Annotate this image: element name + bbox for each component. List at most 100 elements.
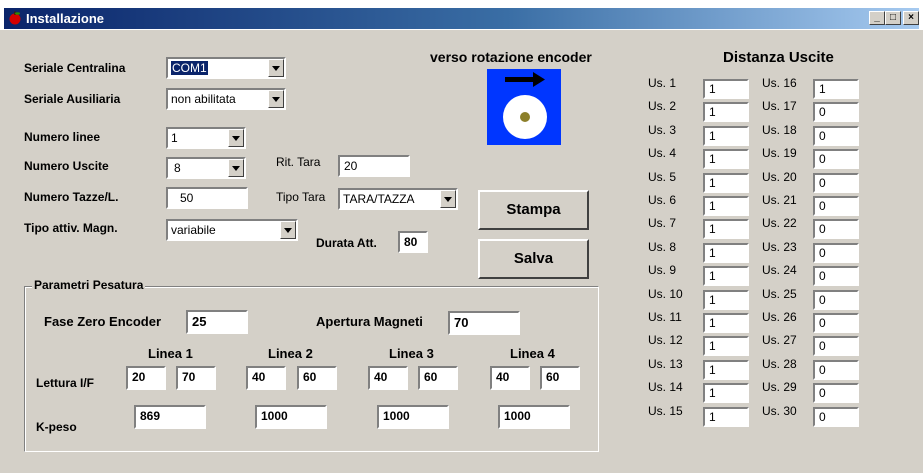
lettura-4a-input[interactable]: 40 — [490, 366, 530, 390]
uscita-label: Us. 12 — [648, 333, 683, 348]
lettura-3a-input[interactable]: 40 — [368, 366, 408, 390]
lettura-2b-input[interactable]: 60 — [297, 366, 337, 390]
seriale-centralina-label: Seriale Centralina — [24, 61, 126, 75]
uscita-label: Us. 6 — [648, 193, 677, 207]
uscita-input[interactable]: 0 — [813, 406, 859, 427]
lettura-1a-input[interactable]: 20 — [126, 366, 166, 390]
chevron-down-icon[interactable] — [268, 90, 284, 108]
chevron-down-icon[interactable] — [228, 159, 244, 177]
minimize-button[interactable]: _ — [869, 11, 885, 25]
apertura-magneti-input[interactable]: 70 — [448, 311, 520, 335]
close-button[interactable]: × — [903, 11, 919, 25]
lettura-label: Lettura I/F — [36, 376, 95, 390]
uscita-label: Us. 25 — [762, 286, 797, 301]
lettura-1b-input[interactable]: 70 — [176, 366, 216, 390]
numero-linee-select[interactable]: 1 — [166, 127, 246, 149]
uscita-label: Us. 8 — [648, 239, 677, 254]
uscita-label: Us. 24 — [762, 263, 797, 278]
uscita-label: Us. 14 — [648, 380, 683, 395]
kpeso-4-input[interactable]: 1000 — [498, 405, 570, 429]
uscita-input[interactable]: 1 — [703, 149, 749, 170]
encoder-panel[interactable] — [487, 69, 561, 145]
rit-tara-input[interactable]: 20 — [338, 155, 410, 177]
maximize-button[interactable]: □ — [885, 11, 901, 25]
uscita-input[interactable]: 0 — [813, 149, 859, 170]
uscita-input[interactable]: 0 — [813, 289, 859, 310]
uscita-input[interactable]: 0 — [813, 336, 859, 357]
uscita-label: Us. 26 — [762, 310, 797, 324]
chevron-down-icon[interactable] — [440, 190, 456, 208]
uscita-input[interactable]: 0 — [813, 196, 859, 216]
tipo-attiv-value: variabile — [171, 223, 216, 237]
numero-tazze-input[interactable]: 50 — [166, 187, 248, 209]
chevron-down-icon[interactable] — [228, 129, 244, 147]
tipo-tara-select[interactable]: TARA/TAZZA — [338, 188, 458, 210]
rit-tara-label: Rit. Tara — [276, 155, 321, 169]
tipo-attiv-select[interactable]: variabile — [166, 219, 298, 241]
kpeso-3-input[interactable]: 1000 — [377, 405, 449, 429]
uscita-input[interactable]: 0 — [813, 102, 859, 123]
lettura-2a-input[interactable]: 40 — [246, 366, 286, 390]
uscita-input[interactable]: 1 — [703, 125, 749, 146]
title-bar[interactable] — [4, 8, 919, 29]
seriale-ausiliaria-value: non abilitata — [171, 92, 236, 106]
uscita-input[interactable]: 1 — [703, 172, 749, 193]
linea-2-label: Linea 2 — [268, 346, 313, 361]
uscita-input[interactable]: 1 — [703, 313, 749, 333]
parametri-pesatura-title: Parametri Pesatura — [32, 278, 146, 292]
uscita-input[interactable]: 1 — [703, 406, 749, 427]
numero-linee-value: 1 — [171, 131, 178, 145]
uscita-input[interactable]: 1 — [703, 359, 749, 380]
uscita-input[interactable]: 0 — [813, 242, 859, 263]
uscita-input[interactable]: 0 — [813, 313, 859, 333]
seriale-ausiliaria-label: Seriale Ausiliaria — [24, 92, 121, 106]
uscita-input[interactable]: 0 — [813, 172, 859, 193]
uscita-label: Us. 13 — [648, 356, 683, 371]
chevron-down-icon[interactable] — [280, 221, 296, 239]
uscita-input[interactable]: 1 — [703, 266, 749, 287]
tipo-tara-value: TARA/TAZZA — [343, 192, 415, 206]
durata-att-input[interactable]: 80 — [398, 231, 428, 253]
apertura-magneti-label: Apertura Magneti — [316, 314, 423, 329]
lettura-3b-input[interactable]: 60 — [418, 366, 458, 390]
uscita-input[interactable]: 1 — [703, 242, 749, 263]
uscita-label: Us. 22 — [762, 216, 797, 231]
seriale-centralina-select[interactable]: COM1 — [166, 57, 286, 79]
uscita-label: Us. 4 — [648, 146, 677, 161]
uscita-input[interactable]: 1 — [703, 196, 749, 216]
linea-3-label: Linea 3 — [389, 346, 434, 361]
uscita-label: Us. 3 — [648, 122, 677, 137]
uscita-input[interactable]: 0 — [813, 359, 859, 380]
fase-zero-input[interactable]: 25 — [186, 310, 248, 334]
kpeso-2-input[interactable]: 1000 — [255, 405, 327, 429]
seriale-ausiliaria-select[interactable]: non abilitata — [166, 88, 286, 110]
uscita-label: Us. 27 — [762, 333, 797, 348]
stampa-button[interactable]: Stampa — [478, 190, 589, 230]
uscita-input[interactable]: 1 — [703, 336, 749, 357]
numero-uscite-value: 8 — [174, 161, 181, 175]
uscita-label: Us. 29 — [762, 380, 797, 395]
kpeso-1-input[interactable]: 869 — [134, 405, 206, 429]
linea-4-label: Linea 4 — [510, 346, 555, 361]
title-bar-area: Installazione _ □ × — [0, 0, 923, 30]
uscita-input[interactable]: 1 — [703, 383, 749, 404]
uscita-input[interactable]: 1 — [703, 289, 749, 310]
uscita-input[interactable]: 1 — [813, 79, 859, 99]
uscita-input[interactable]: 0 — [813, 266, 859, 287]
lettura-4b-input[interactable]: 60 — [540, 366, 580, 390]
uscita-input[interactable]: 1 — [703, 219, 749, 240]
uscita-label: Us. 7 — [648, 216, 677, 231]
tipo-attiv-label: Tipo attiv. Magn. — [24, 221, 118, 235]
uscita-input[interactable]: 0 — [813, 383, 859, 404]
seriale-centralina-value: COM1 — [171, 61, 208, 75]
uscita-label: Us. 9 — [648, 263, 677, 278]
uscita-input[interactable]: 0 — [813, 125, 859, 146]
uscita-input[interactable]: 1 — [703, 102, 749, 123]
uscita-input[interactable]: 0 — [813, 219, 859, 240]
uscita-input[interactable]: 1 — [703, 79, 749, 99]
numero-uscite-select[interactable]: 8 — [166, 157, 246, 179]
salva-button[interactable]: Salva — [478, 239, 589, 279]
chevron-down-icon[interactable] — [268, 59, 284, 77]
uscita-label: Us. 16 — [762, 76, 797, 90]
uscita-label: Us. 2 — [648, 99, 677, 114]
